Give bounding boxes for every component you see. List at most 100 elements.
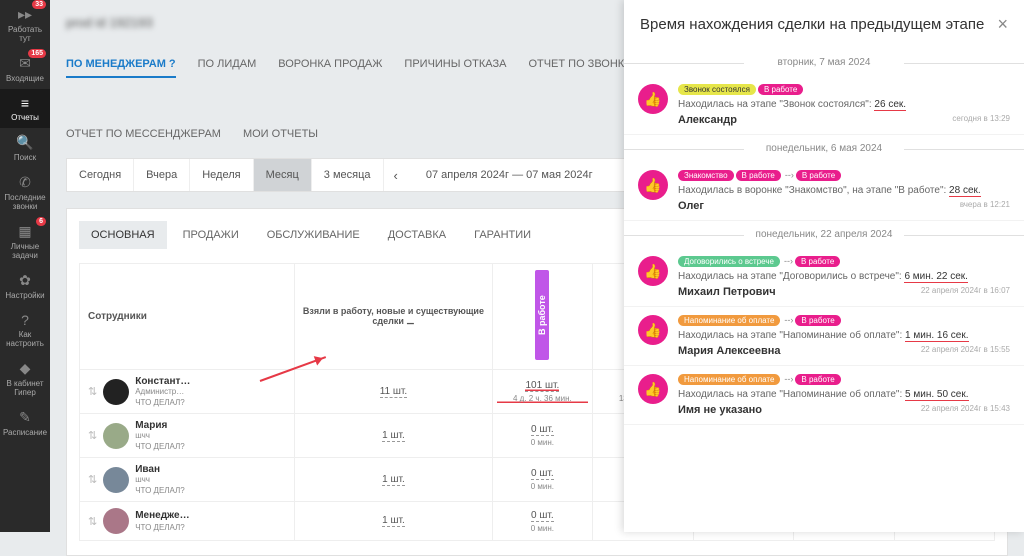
work-cell[interactable]: 1 шт. <box>295 458 492 502</box>
event-tags: Звонок состоялсяВ работе <box>678 84 1010 95</box>
tab-ПО МЕНЕДЖЕРАМ[interactable]: ПО МЕНЕДЖЕРАМ? <box>66 52 176 78</box>
tab-МОИ ОТЧЕТЫ[interactable]: МОИ ОТЧЕТЫ <box>243 122 318 146</box>
stage-cell[interactable]: 0 шт. 0 мин. <box>492 458 592 502</box>
sidebar-item-Работать тут[interactable]: ▸▸Работать тут33 <box>0 0 50 49</box>
stage-tag: В работе <box>796 170 841 181</box>
sidebar-label: Работать тут <box>8 25 42 43</box>
sidebar-icon: ≡ <box>2 95 48 111</box>
stage-cell[interactable]: 101 шт. 4 д. 2 ч. 36 мин. <box>492 370 592 414</box>
sidebar-icon: ◆ <box>2 360 48 377</box>
sidebar-item-Поиск[interactable]: 🔍Поиск <box>0 128 50 168</box>
sidebar-icon: ✿ <box>2 272 48 289</box>
stage-tag: Договорились о встрече <box>678 256 780 267</box>
employee-action-link[interactable]: ЧТО ДЕЛАЛ? <box>135 398 190 407</box>
tab-ПО ЛИДАМ[interactable]: ПО ЛИДАМ <box>198 52 257 78</box>
work-cell[interactable]: 1 шт. <box>295 414 492 458</box>
subtab-ОБСЛУЖИВАНИЕ[interactable]: ОБСЛУЖИВАНИЕ <box>255 221 372 249</box>
arrow-icon: --› <box>784 315 793 325</box>
stage-cell[interactable]: 0 шт. 0 мин. <box>492 502 592 541</box>
event-user: Олег <box>678 200 704 212</box>
date-btn-Неделя[interactable]: Неделя <box>190 159 253 191</box>
employee-name: Менедже… <box>135 510 189 521</box>
event-item[interactable]: 👍 Звонок состоялсяВ работе Находилась на… <box>624 76 1024 135</box>
sidebar-item-Настройки[interactable]: ✿Настройки <box>0 266 50 306</box>
event-time: вчера в 12:21 <box>960 200 1010 209</box>
sidebar-label: Как настроить <box>6 330 44 348</box>
event-tags: ЗнакомствоВ работе--›В работе <box>678 170 1010 181</box>
tab-ВОРОНКА ПРОДАЖ[interactable]: ВОРОНКА ПРОДАЖ <box>278 52 382 78</box>
arrow-icon: --› <box>784 256 793 266</box>
subtab-ОСНОВНАЯ[interactable]: ОСНОВНАЯ <box>79 221 167 249</box>
employee-cell: ⇅ Иван шчч ЧТО ДЕЛАЛ? <box>80 458 295 502</box>
date-btn-3 месяца[interactable]: 3 месяца <box>312 159 384 191</box>
event-user: Имя не указано <box>678 404 762 416</box>
employee-action-link[interactable]: ЧТО ДЕЛАЛ? <box>135 442 185 451</box>
event-item[interactable]: 👍 Напоминание об оплате--›В работе Наход… <box>624 366 1024 425</box>
employee-role: шчч <box>135 431 185 440</box>
event-time: 22 апреля 2024г в 16:07 <box>921 286 1010 295</box>
day-separator: вторник, 7 мая 2024 <box>624 57 1024 68</box>
event-tags: Напоминание об оплате--›В работе <box>678 315 1010 326</box>
badge: 165 <box>28 49 46 58</box>
employee-action-link[interactable]: ЧТО ДЕЛАЛ? <box>135 486 185 495</box>
sidebar-item-Отчеты[interactable]: ≡ Отчеты <box>0 89 50 128</box>
stage-tag: В работе <box>736 170 781 181</box>
tab-ОТЧЕТ ПО МЕССЕНДЖЕРАМ[interactable]: ОТЧЕТ ПО МЕССЕНДЖЕРАМ <box>66 122 221 146</box>
sidebar-item-Личные задачи[interactable]: ▦Личные задачи6 <box>0 217 50 266</box>
date-btn-Сегодня[interactable]: Сегодня <box>67 159 134 191</box>
side-panel: Время нахождения сделки на предыдущем эт… <box>624 0 1024 532</box>
sidebar-label: В кабинет Гипер <box>7 379 44 397</box>
stage-cell[interactable]: 0 шт. 0 мин. <box>492 414 592 458</box>
event-time: сегодня в 13:29 <box>952 114 1010 123</box>
drag-handle-icon[interactable]: ⇅ <box>88 473 97 486</box>
tab-ПРИЧИНЫ ОТКАЗА[interactable]: ПРИЧИНЫ ОТКАЗА <box>404 52 506 78</box>
tab-help-icon[interactable]: ? <box>169 58 176 70</box>
event-item[interactable]: 👍 Напоминание об оплате--›В работе Наход… <box>624 307 1024 366</box>
sidebar-label: Входящие <box>6 74 44 83</box>
event-item[interactable]: 👍 Договорились о встрече--›В работе Нахо… <box>624 248 1024 307</box>
subtab-ГАРАНТИИ[interactable]: ГАРАНТИИ <box>462 221 543 249</box>
stage-tag: Напоминание об оплате <box>678 374 780 385</box>
event-item[interactable]: 👍 ЗнакомствоВ работе--›В работе Находила… <box>624 162 1024 221</box>
thumb-up-icon: 👍 <box>638 374 668 404</box>
work-cell[interactable]: 11 шт. <box>295 370 492 414</box>
sidebar-item-В кабинет Гипер[interactable]: ◆ В кабинет Гипер <box>0 354 50 403</box>
thumb-up-icon: 👍 <box>638 84 668 114</box>
employee-role: шчч <box>135 475 185 484</box>
sidebar: ▸▸Работать тут33✉Входящие165≡Отчеты🔍Поис… <box>0 0 50 532</box>
sidebar-label: Отчеты <box>11 113 39 122</box>
sidebar-item-Последние звонки[interactable]: ✆ Последние звонки <box>0 168 50 217</box>
sidebar-item-Расписание[interactable]: ✎Расписание <box>0 403 50 443</box>
th-employees: Сотрудники <box>80 264 295 370</box>
subtab-ДОСТАВКА[interactable]: ДОСТАВКА <box>376 221 458 249</box>
close-icon[interactable]: × <box>997 14 1008 35</box>
sidebar-icon: ✆ <box>2 174 48 191</box>
stage-tag: Напоминание об оплате <box>678 315 780 326</box>
date-prev-icon[interactable]: ‹ <box>384 168 408 183</box>
sidebar-item-Как настроить[interactable]: ? Как настроить <box>0 306 50 354</box>
stage-tag: В работе <box>795 256 840 267</box>
drag-handle-icon[interactable]: ⇅ <box>88 429 97 442</box>
day-separator: понедельник, 6 мая 2024 <box>624 143 1024 154</box>
event-text: Находилась на этапе "Напоминание об опла… <box>678 330 1010 341</box>
sidebar-icon: ? <box>2 312 48 328</box>
drag-handle-icon[interactable]: ⇅ <box>88 385 97 398</box>
sidebar-item-Входящие[interactable]: ✉Входящие165 <box>0 49 50 89</box>
panel-title: Время нахождения сделки на предыдущем эт… <box>640 16 984 33</box>
date-btn-Вчера[interactable]: Вчера <box>134 159 190 191</box>
work-cell[interactable]: 1 шт. <box>295 502 492 541</box>
arrow-icon: --› <box>784 374 793 384</box>
employee-cell: ⇅ Менедже… ЧТО ДЕЛАЛ? <box>80 502 295 541</box>
date-btn-Месяц[interactable]: Месяц <box>254 159 312 191</box>
stage-tag: В работе <box>795 374 840 385</box>
employee-action-link[interactable]: ЧТО ДЕЛАЛ? <box>135 523 189 532</box>
day-separator: понедельник, 22 апреля 2024 <box>624 229 1024 240</box>
drag-handle-icon[interactable]: ⇅ <box>88 515 97 528</box>
stage-tag: Знакомство <box>678 170 734 181</box>
filter-icon[interactable]: ⚊ <box>406 316 414 326</box>
sidebar-label: Последние звонки <box>4 193 45 211</box>
subtab-ПРОДАЖИ[interactable]: ПРОДАЖИ <box>171 221 251 249</box>
th-stage: В работе <box>492 264 592 370</box>
sidebar-icon: 🔍 <box>2 134 48 151</box>
event-text: Находилась на этапе "Договорились о встр… <box>678 271 1010 282</box>
